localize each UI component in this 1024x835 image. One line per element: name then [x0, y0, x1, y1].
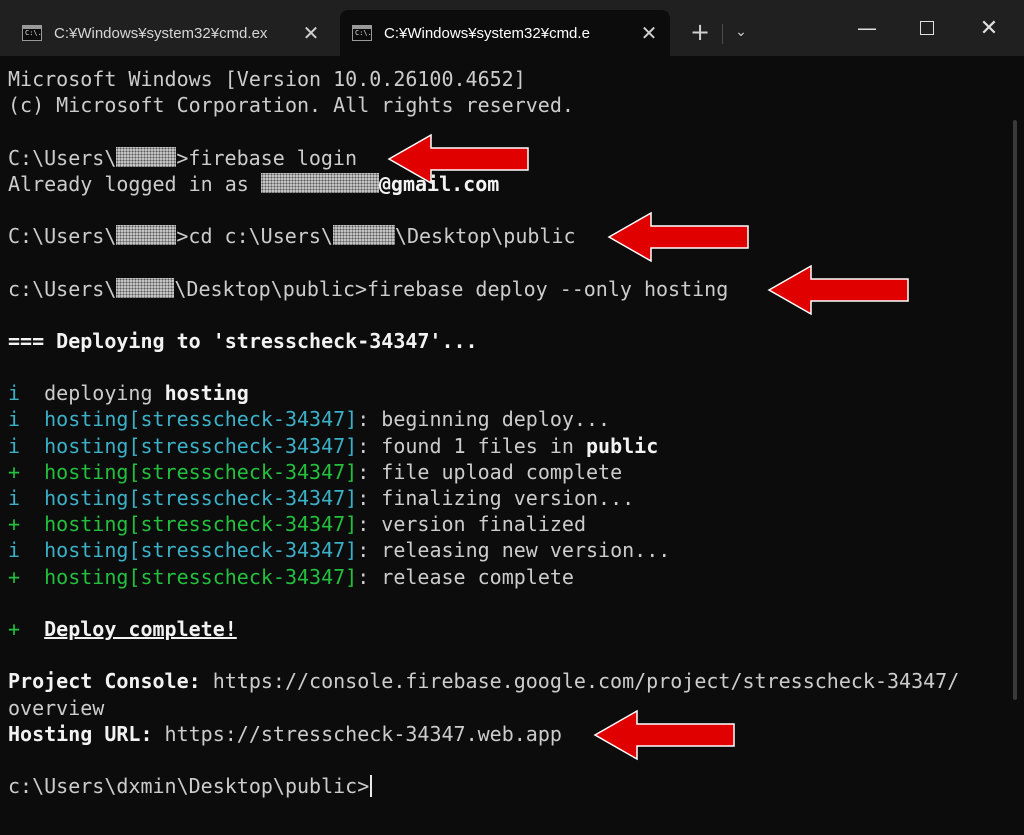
- redacted-username: [116, 146, 177, 167]
- console-line: Microsoft Windows [Version 10.0.26100.46…: [8, 67, 526, 91]
- console-line-step: + hosting[stresscheck-34347]: version fi…: [8, 512, 586, 537]
- redacted-username: [116, 225, 177, 246]
- redacted-username: [116, 277, 175, 298]
- text-cursor: [370, 775, 373, 798]
- minimize-button[interactable]: —: [836, 8, 898, 48]
- tab-cmd-1[interactable]: C:\. C:¥Windows¥system32¥cmd.ex ✕: [10, 10, 332, 56]
- close-window-button[interactable]: ✕: [958, 8, 1020, 48]
- tab-title: C:¥Windows¥system32¥cmd.e: [384, 24, 590, 42]
- terminal-window: C:\. C:¥Windows¥system32¥cmd.ex ✕ C:\. C…: [0, 0, 1024, 835]
- console-line-step: i hosting[stresscheck-34347]: finalizing…: [8, 486, 635, 510]
- hosting-url-link[interactable]: https://stresscheck-34347.web.app: [153, 722, 562, 746]
- cmd-icon: C:\.: [22, 25, 42, 41]
- red-arrow-icon: [607, 211, 749, 263]
- title-bar[interactable]: C:\. C:¥Windows¥system32¥cmd.ex ✕ C:\. C…: [0, 0, 1024, 56]
- project-console-link[interactable]: https://console.firebase.google.com/proj…: [201, 669, 960, 693]
- redacted-username: [332, 225, 395, 246]
- tab-separator: [722, 24, 723, 44]
- console-line-deploying: === Deploying to 'stresscheck-34347'...: [8, 328, 478, 353]
- console-line-empty: [8, 354, 1010, 380]
- console-line-project-console: Project Console: https://console.firebas…: [8, 669, 960, 694]
- cmd-icon: C:\.: [352, 25, 372, 41]
- console-line-step: i hosting[stresscheck-34347]: releasing …: [8, 538, 671, 563]
- console-line-step: + hosting[stresscheck-34347]: release co…: [8, 564, 574, 589]
- console-line-overview: overview: [8, 695, 105, 720]
- maximize-button[interactable]: [896, 8, 958, 48]
- console-line-empty: [8, 642, 1010, 668]
- tab-title: C:¥Windows¥system32¥cmd.ex: [54, 24, 268, 42]
- close-tab-icon[interactable]: ✕: [296, 21, 326, 46]
- console-line-empty: [8, 590, 1010, 616]
- console-line-empty: [8, 747, 1010, 773]
- console-prompt[interactable]: c:\Users\dxmin\Desktop\public>: [8, 773, 1010, 799]
- console-line: (c) Microsoft Corporation. All rights re…: [8, 93, 574, 118]
- maximize-icon: [920, 21, 934, 35]
- new-tab-button[interactable]: +: [684, 14, 716, 50]
- tab-dropdown-button[interactable]: ⌄: [728, 14, 754, 50]
- console-line-deploy-complete: + Deploy complete!: [8, 616, 237, 641]
- console-line-deploying-hosting: i deploying hosting: [8, 381, 249, 406]
- close-tab-icon[interactable]: ✕: [634, 21, 664, 46]
- scrollbar[interactable]: [1013, 120, 1017, 700]
- console-line-step: i hosting[stresscheck-34347]: found 1 fi…: [8, 433, 659, 458]
- red-arrow-icon: [593, 709, 735, 761]
- redacted-email: [260, 172, 379, 193]
- red-arrow-icon: [387, 133, 529, 185]
- console-line-step: + hosting[stresscheck-34347]: file uploa…: [8, 459, 623, 484]
- tab-cmd-2[interactable]: C:\. C:¥Windows¥system32¥cmd.e ✕: [340, 10, 670, 56]
- console-line-cd: C:\Users\ >cd c:\Users\ \Desktop\public: [8, 224, 576, 249]
- console-line-hosting-url: Hosting URL: https://stresscheck-34347.w…: [8, 721, 562, 746]
- console-line-empty: [8, 197, 1010, 223]
- red-arrow-icon: [767, 264, 909, 316]
- console-line-step: i hosting[stresscheck-34347]: beginning …: [8, 407, 611, 432]
